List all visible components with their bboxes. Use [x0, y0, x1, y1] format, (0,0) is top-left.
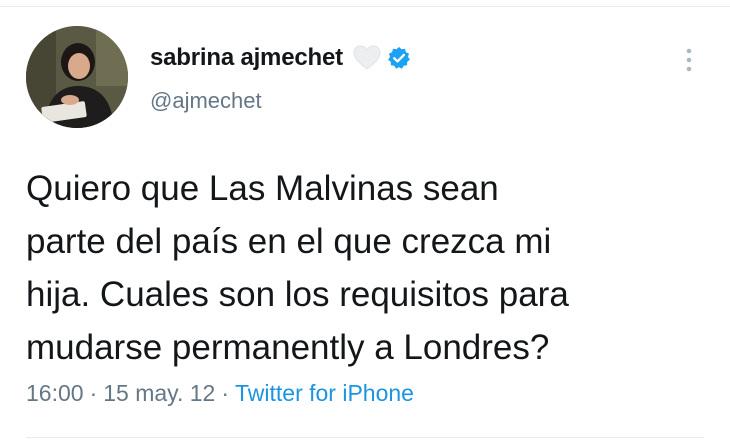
- avatar[interactable]: [26, 26, 128, 128]
- verified-badge-icon: [387, 46, 411, 70]
- top-divider: [0, 6, 730, 7]
- author-display-name[interactable]: sabrina ajmechet: [150, 44, 343, 72]
- tweet-card: sabrina ajmechet @ajmechet Quiero que La…: [0, 0, 730, 443]
- author-handle[interactable]: @ajmechet: [150, 88, 262, 114]
- tweet-meta: 16:00 · 15 may. 12 · Twitter for iPhone: [26, 380, 414, 407]
- meta-separator: ·: [221, 380, 229, 406]
- tweet-source-link[interactable]: Twitter for iPhone: [235, 380, 414, 407]
- more-vertical-icon[interactable]: [680, 44, 698, 76]
- author-name-row: sabrina ajmechet: [150, 42, 411, 74]
- tweet-date[interactable]: 15 may. 12: [103, 380, 215, 407]
- avatar-image: [26, 26, 128, 128]
- bottom-divider: [26, 437, 704, 438]
- meta-separator: ·: [89, 380, 98, 406]
- tweet-text: Quiero que Las Malvinas sean parte del p…: [26, 169, 569, 367]
- tweet-time[interactable]: 16:00: [26, 380, 84, 407]
- heart-icon: [353, 45, 381, 71]
